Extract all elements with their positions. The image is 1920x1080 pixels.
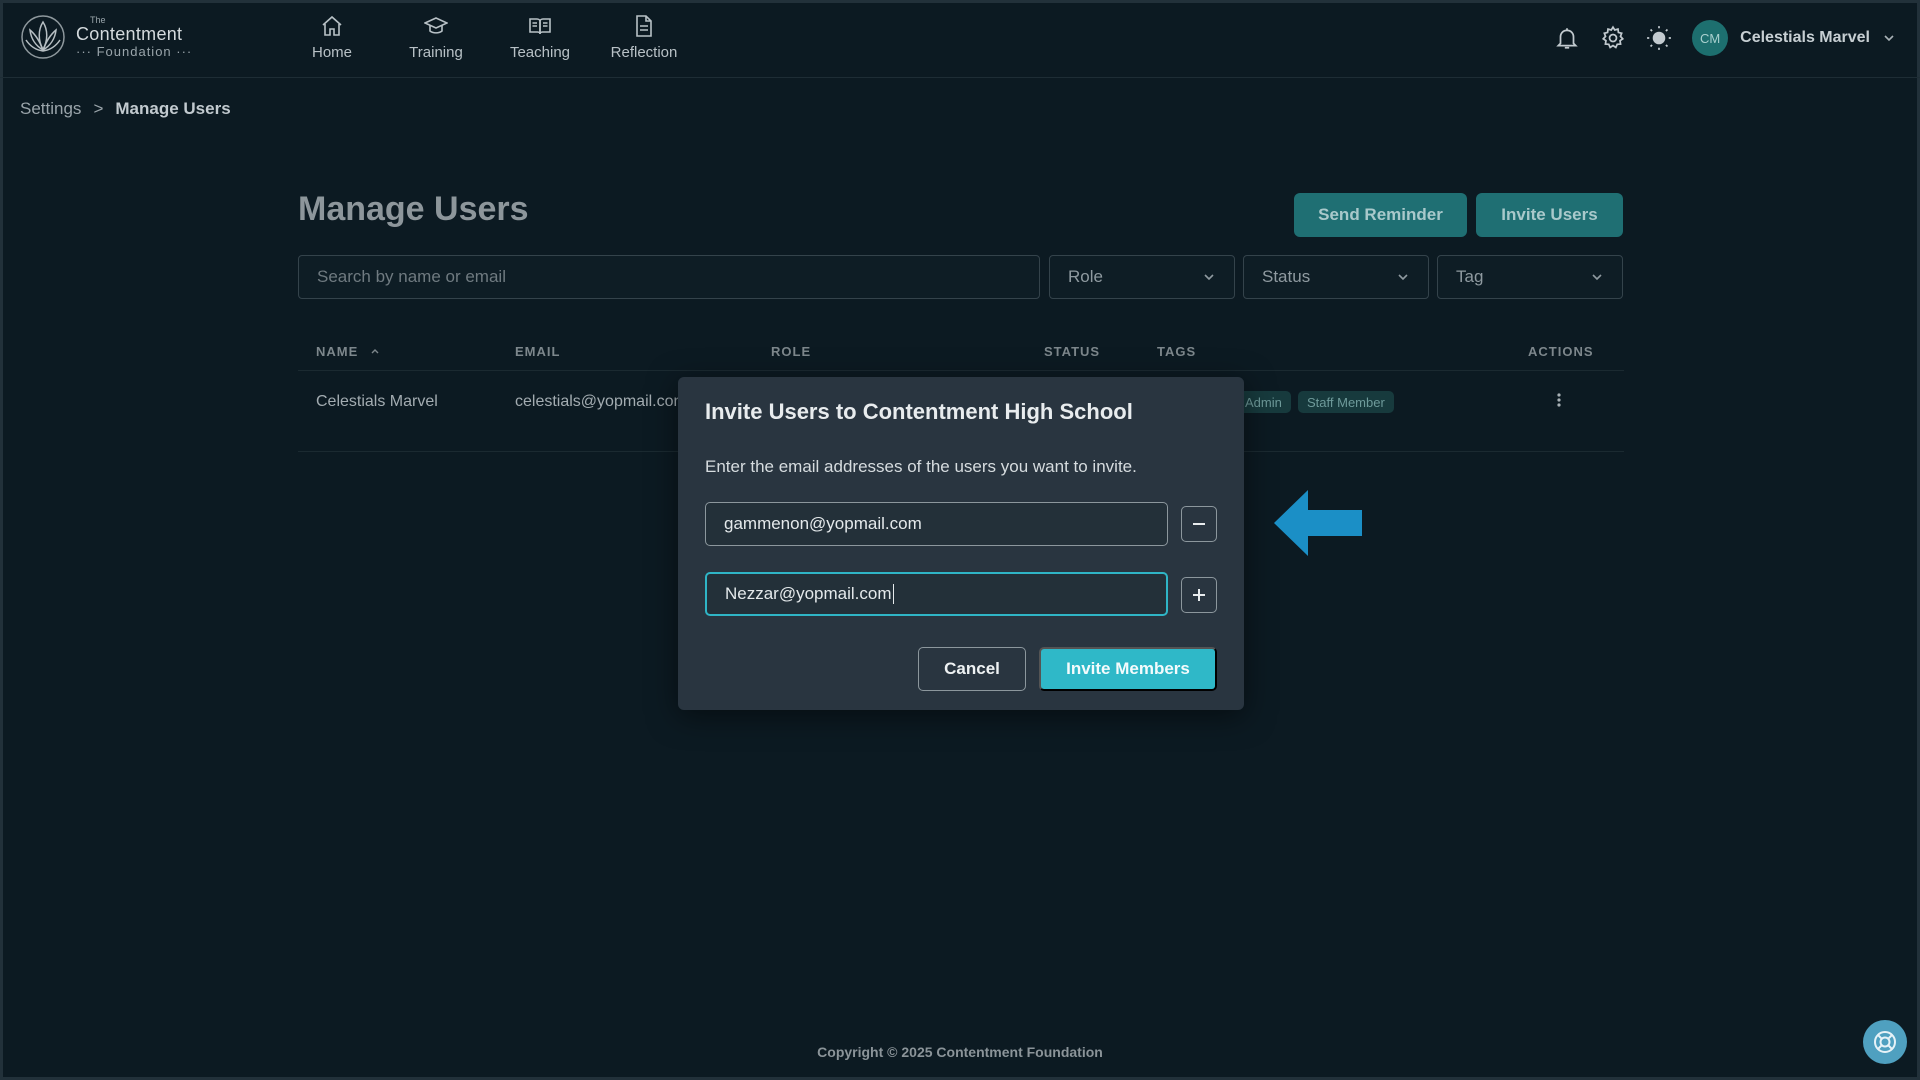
email-field[interactable]: gammenon@yopmail.com: [705, 502, 1168, 546]
page-title: Manage Users: [298, 190, 529, 228]
tag-filter[interactable]: Tag: [1437, 255, 1623, 299]
chevron-down-icon: [1204, 274, 1214, 281]
column-header-actions: ACTIONS: [1528, 344, 1594, 359]
nav-item-teaching[interactable]: Teaching: [488, 14, 592, 61]
gear-icon[interactable]: [1600, 25, 1626, 51]
row-name: Celestials Marvel: [316, 393, 438, 410]
avatar[interactable]: CM: [1692, 20, 1729, 56]
remove-email-button[interactable]: [1181, 506, 1217, 542]
tag-badge-staff-member: Staff Member: [1298, 391, 1394, 413]
email-field-active[interactable]: Nezzar@yopmail.com: [705, 572, 1168, 616]
graduation-cap-icon: [424, 17, 448, 34]
top-nav: The Contentment ··· Foundation ··· Home …: [0, 0, 1920, 78]
top-right-controls: CM Celestials Marvel: [1554, 20, 1896, 56]
footer-copyright: Copyright © 2025 Contentment Foundation: [817, 1044, 1103, 1060]
column-header-name[interactable]: NAME: [316, 344, 358, 359]
text-cursor: [892, 584, 894, 604]
bell-icon[interactable]: [1554, 25, 1580, 51]
brand-subtitle: ··· Foundation ···: [76, 44, 193, 59]
open-book-icon: [529, 18, 551, 35]
plus-icon: [1193, 589, 1205, 601]
sort-ascending-icon[interactable]: [370, 346, 380, 356]
send-reminder-button[interactable]: Send Reminder: [1294, 193, 1467, 237]
role-filter[interactable]: Role: [1049, 255, 1235, 299]
breadcrumb-separator: >: [93, 99, 104, 118]
main-nav: Home Training Teaching Reflection: [280, 14, 696, 61]
document-icon: [636, 15, 652, 37]
breadcrumb-current: Manage Users: [115, 99, 231, 118]
chevron-down-icon[interactable]: [1882, 31, 1896, 45]
status-filter-label: Status: [1262, 267, 1311, 286]
nav-item-home[interactable]: Home: [280, 14, 384, 61]
invite-users-modal: Invite Users to Contentment High School …: [678, 377, 1244, 710]
row-email: celestials@yopmail.com: [515, 393, 687, 410]
brand-logo[interactable]: The Contentment ··· Foundation ···: [20, 14, 192, 60]
chevron-down-icon: [1592, 274, 1602, 281]
add-email-button[interactable]: [1181, 577, 1217, 613]
tag-filter-label: Tag: [1456, 267, 1484, 286]
nav-label-training: Training: [409, 44, 463, 61]
minus-icon: [1193, 523, 1205, 525]
invite-users-button[interactable]: Invite Users: [1476, 193, 1623, 237]
nav-label-home: Home: [311, 44, 352, 61]
chevron-down-icon: [1398, 274, 1408, 281]
breadcrumb-settings[interactable]: Settings: [20, 99, 81, 119]
lifebuoy-icon: [1874, 1031, 1896, 1053]
modal-description: Enter the email addresses of the users y…: [705, 457, 1137, 476]
table-header: NAME EMAIL ROLE STATUS TAGS ACTIONS: [298, 344, 1624, 368]
email-value: gammenon@yopmail.com: [724, 514, 922, 533]
column-header-tags: TAGS: [1157, 344, 1197, 359]
cancel-button[interactable]: Cancel: [918, 647, 1026, 691]
nav-item-reflection[interactable]: Reflection: [592, 14, 696, 61]
more-actions-icon[interactable]: [1556, 391, 1562, 409]
nav-label-reflection: Reflection: [610, 44, 678, 61]
breadcrumb: Settings > Manage Users: [20, 99, 231, 119]
nav-label-teaching: Teaching: [509, 44, 571, 61]
tag-badge-admin: Admin: [1236, 391, 1291, 413]
search-input[interactable]: Search by name or email: [298, 255, 1040, 299]
user-name[interactable]: Celestials Marvel: [1740, 29, 1870, 47]
column-header-status: STATUS: [1044, 344, 1101, 359]
nav-item-training[interactable]: Training: [384, 14, 488, 61]
lotus-logo-icon: [21, 15, 65, 59]
home-icon: [322, 15, 342, 36]
sun-icon[interactable]: [1646, 25, 1672, 51]
help-button[interactable]: [1863, 1020, 1907, 1064]
invite-members-button[interactable]: Invite Members: [1039, 647, 1217, 691]
brand-name: Contentment: [76, 24, 183, 44]
arrow-left-icon: [1274, 490, 1362, 556]
modal-title: Invite Users to Contentment High School: [705, 399, 1133, 424]
role-filter-label: Role: [1068, 267, 1103, 286]
email-value: Nezzar@yopmail.com: [725, 584, 892, 603]
column-header-role: ROLE: [771, 344, 812, 359]
column-header-email: EMAIL: [515, 344, 561, 359]
status-filter[interactable]: Status: [1243, 255, 1429, 299]
